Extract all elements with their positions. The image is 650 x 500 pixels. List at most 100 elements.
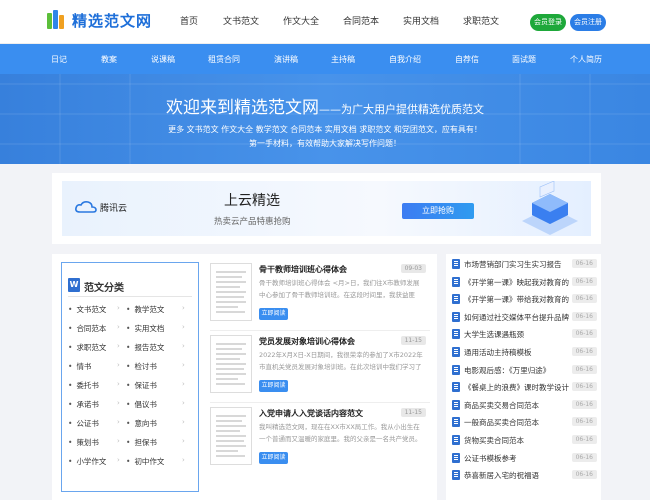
- topnav-qiuzhi[interactable]: 求职范文: [463, 14, 499, 27]
- read-now-button[interactable]: 立即阅读: [259, 308, 288, 320]
- hot-list-title[interactable]: 公证书模板参考: [464, 453, 572, 464]
- topnav-home[interactable]: 首页: [180, 14, 198, 27]
- article-thumbnail[interactable]: [210, 263, 252, 321]
- ad-cta-button[interactable]: 立即抢购: [402, 203, 474, 219]
- article-divider: [210, 330, 430, 331]
- read-now-button[interactable]: 立即阅读: [259, 380, 288, 392]
- category-item[interactable]: 教学范文: [126, 304, 164, 315]
- chevron-right-icon: ›: [182, 304, 185, 312]
- chevron-right-icon: ›: [117, 361, 120, 369]
- hot-list-title[interactable]: 恭喜新居入宅的祝福语: [464, 470, 572, 481]
- hot-list-date: 06-16: [571, 329, 597, 339]
- topnav-wenshu[interactable]: 文书范文: [223, 14, 259, 27]
- hero-subtitle: ——为广大用户提供精选优质范文: [319, 103, 484, 116]
- hot-list-title[interactable]: 《餐桌上的浪费》课时教学设计: [464, 382, 572, 393]
- hot-list-title[interactable]: 大学生选课遇瓶颈: [464, 329, 572, 340]
- article-card: 党员发展对象培训心得体会 11-15 2022年X月X日-X日期间，我很荣幸的参…: [210, 335, 430, 401]
- hot-list-item[interactable]: 《餐桌上的浪费》课时教学设计 06-16: [452, 379, 597, 396]
- category-item[interactable]: 情书: [68, 361, 91, 372]
- hot-list-item[interactable]: 市场营销部门实习生实习报告 06-16: [452, 256, 597, 273]
- hot-list-panel: 市场营销部门实习生实习报告 06-16 《开学第一课》映起我对教育的 06-16 《…: [446, 254, 601, 500]
- hot-list-item[interactable]: 大学生选课遇瓶颈 06-16: [452, 326, 597, 343]
- chevron-right-icon: ›: [182, 399, 185, 407]
- hot-list-title[interactable]: 商品买卖交易合同范本: [464, 400, 572, 411]
- category-item[interactable]: 检讨书: [126, 361, 157, 372]
- register-button[interactable]: 会员注册: [570, 14, 606, 31]
- category-item[interactable]: 合同范本: [68, 323, 106, 334]
- category-item[interactable]: 小学作文: [68, 456, 106, 467]
- word-doc-icon: [452, 259, 460, 269]
- hero-banner: 欢迎来到精选范文网——为广大用户提供精选优质范文 更多 文书范文 作文大全 教学…: [0, 74, 650, 164]
- article-thumbnail[interactable]: [210, 335, 252, 393]
- category-item[interactable]: 策划书: [68, 437, 99, 448]
- category-item[interactable]: 倡议书: [126, 399, 157, 410]
- word-doc-icon: W: [68, 278, 80, 292]
- hot-list-title[interactable]: 《开学第一课》带给我对教育的: [464, 294, 572, 305]
- hot-list-item[interactable]: 如何通过社交媒体平台提升品牌 06-16: [452, 309, 597, 326]
- category-item[interactable]: 求职范文: [68, 342, 106, 353]
- topnav-hetong[interactable]: 合同范本: [343, 14, 379, 27]
- hero-line-1: 更多 文书范文 作文大全 教学范文 合同范本 实用文档 求职范文 和党团范文，应…: [168, 125, 482, 134]
- chevron-right-icon: ›: [117, 323, 120, 331]
- login-button[interactable]: 会员登录: [530, 14, 566, 31]
- catnav-lesson[interactable]: 教案: [101, 54, 117, 65]
- category-item[interactable]: 文书范文: [68, 304, 106, 315]
- hot-list-item[interactable]: 公证书模板参考 06-16: [452, 450, 597, 467]
- catnav-resume[interactable]: 个人简历: [570, 54, 602, 65]
- article-title[interactable]: 党员发展对象培训心得体会: [259, 336, 355, 347]
- hot-list-date: 06-16: [571, 347, 597, 356]
- category-item[interactable]: 报告范文: [126, 342, 164, 353]
- hot-list-item[interactable]: 一般商品买卖合同范本 06-16: [452, 414, 597, 431]
- hot-list-title[interactable]: 电影观后感：《万里归途》: [464, 365, 572, 376]
- catnav-interview[interactable]: 面试题: [512, 54, 536, 65]
- hot-list-item[interactable]: 电影观后感：《万里归途》 06-16: [452, 362, 597, 379]
- word-doc-icon: [452, 329, 460, 340]
- catnav-diary[interactable]: 日记: [51, 54, 67, 65]
- hot-list-item[interactable]: 《开学第一课》映起我对教育的 06-16: [452, 274, 597, 291]
- category-item[interactable]: 初中作文: [126, 456, 164, 467]
- hot-list-title[interactable]: 《开学第一课》映起我对教育的: [464, 277, 572, 288]
- hot-list-date: 06-16: [571, 259, 597, 268]
- chevron-right-icon: ›: [117, 456, 120, 464]
- hot-list-item[interactable]: 商品买卖交易合同范本 06-16: [452, 397, 597, 414]
- chevron-right-icon: ›: [182, 380, 185, 388]
- article-title[interactable]: 入党申请人入党谈话内容范文: [259, 408, 363, 419]
- books-logo-icon: [46, 9, 68, 31]
- hot-list-item[interactable]: 货物买卖合同范本 06-16: [452, 432, 597, 449]
- category-item[interactable]: 承诺书: [68, 399, 99, 410]
- category-item[interactable]: 公证书: [68, 418, 99, 429]
- catnav-lease[interactable]: 租赁合同: [208, 54, 240, 65]
- topnav-zuowen[interactable]: 作文大全: [283, 14, 319, 27]
- catnav-shuoke[interactable]: 说课稿: [151, 54, 175, 65]
- catnav-intro[interactable]: 自我介绍: [389, 54, 421, 65]
- hot-list-item[interactable]: 通用活动主持稿模板 06-16: [452, 344, 597, 361]
- catnav-host[interactable]: 主持稿: [331, 54, 355, 65]
- hot-list-title[interactable]: 如何通过社交媒体平台提升品牌: [464, 312, 572, 323]
- category-item[interactable]: 委托书: [68, 380, 99, 391]
- site-logo[interactable]: 精选范文网: [46, 9, 152, 31]
- category-item[interactable]: 保证书: [126, 380, 157, 391]
- ad-banner[interactable]: 腾讯云 上云精选 热卖云产品特惠抢购 立即抢购: [62, 181, 591, 236]
- hot-list-date: 06-16: [571, 311, 597, 321]
- article-date: 11-15: [400, 408, 426, 417]
- read-now-button[interactable]: 立即阅读: [259, 452, 288, 464]
- catnav-recommend[interactable]: 自荐信: [455, 54, 479, 65]
- word-doc-icon: [452, 470, 460, 481]
- hot-list-item[interactable]: 《开学第一课》带给我对教育的 06-16: [452, 291, 597, 308]
- category-item[interactable]: 担保书: [126, 437, 157, 448]
- category-box: W 范文分类 文书范文 › 教学范文 › 合同范本 › 实用文档 › 求职范文 …: [61, 262, 199, 492]
- hot-list-title[interactable]: 货物买卖合同范本: [464, 435, 572, 446]
- hot-list-title[interactable]: 一般商品买卖合同范本: [464, 417, 572, 428]
- category-item[interactable]: 实用文档: [126, 323, 164, 334]
- hot-list-item[interactable]: 恭喜新居入宅的祝福语 06-16: [452, 467, 597, 484]
- hero-line-2: 第一手材料，有效帮助大家解决写作问题！: [249, 139, 401, 148]
- hot-list-title[interactable]: 通用活动主持稿模板: [464, 347, 572, 358]
- article-title[interactable]: 骨干教师培训班心得体会: [259, 264, 347, 275]
- hot-list-date: 06-16: [571, 399, 597, 409]
- category-item[interactable]: 意向书: [126, 418, 157, 429]
- topnav-shiyong[interactable]: 实用文档: [403, 14, 439, 27]
- hot-list-title[interactable]: 市场营销部门实习生实习报告: [464, 259, 572, 270]
- word-doc-icon: [452, 347, 460, 357]
- article-thumbnail[interactable]: [210, 407, 252, 465]
- catnav-speech[interactable]: 演讲稿: [274, 54, 298, 65]
